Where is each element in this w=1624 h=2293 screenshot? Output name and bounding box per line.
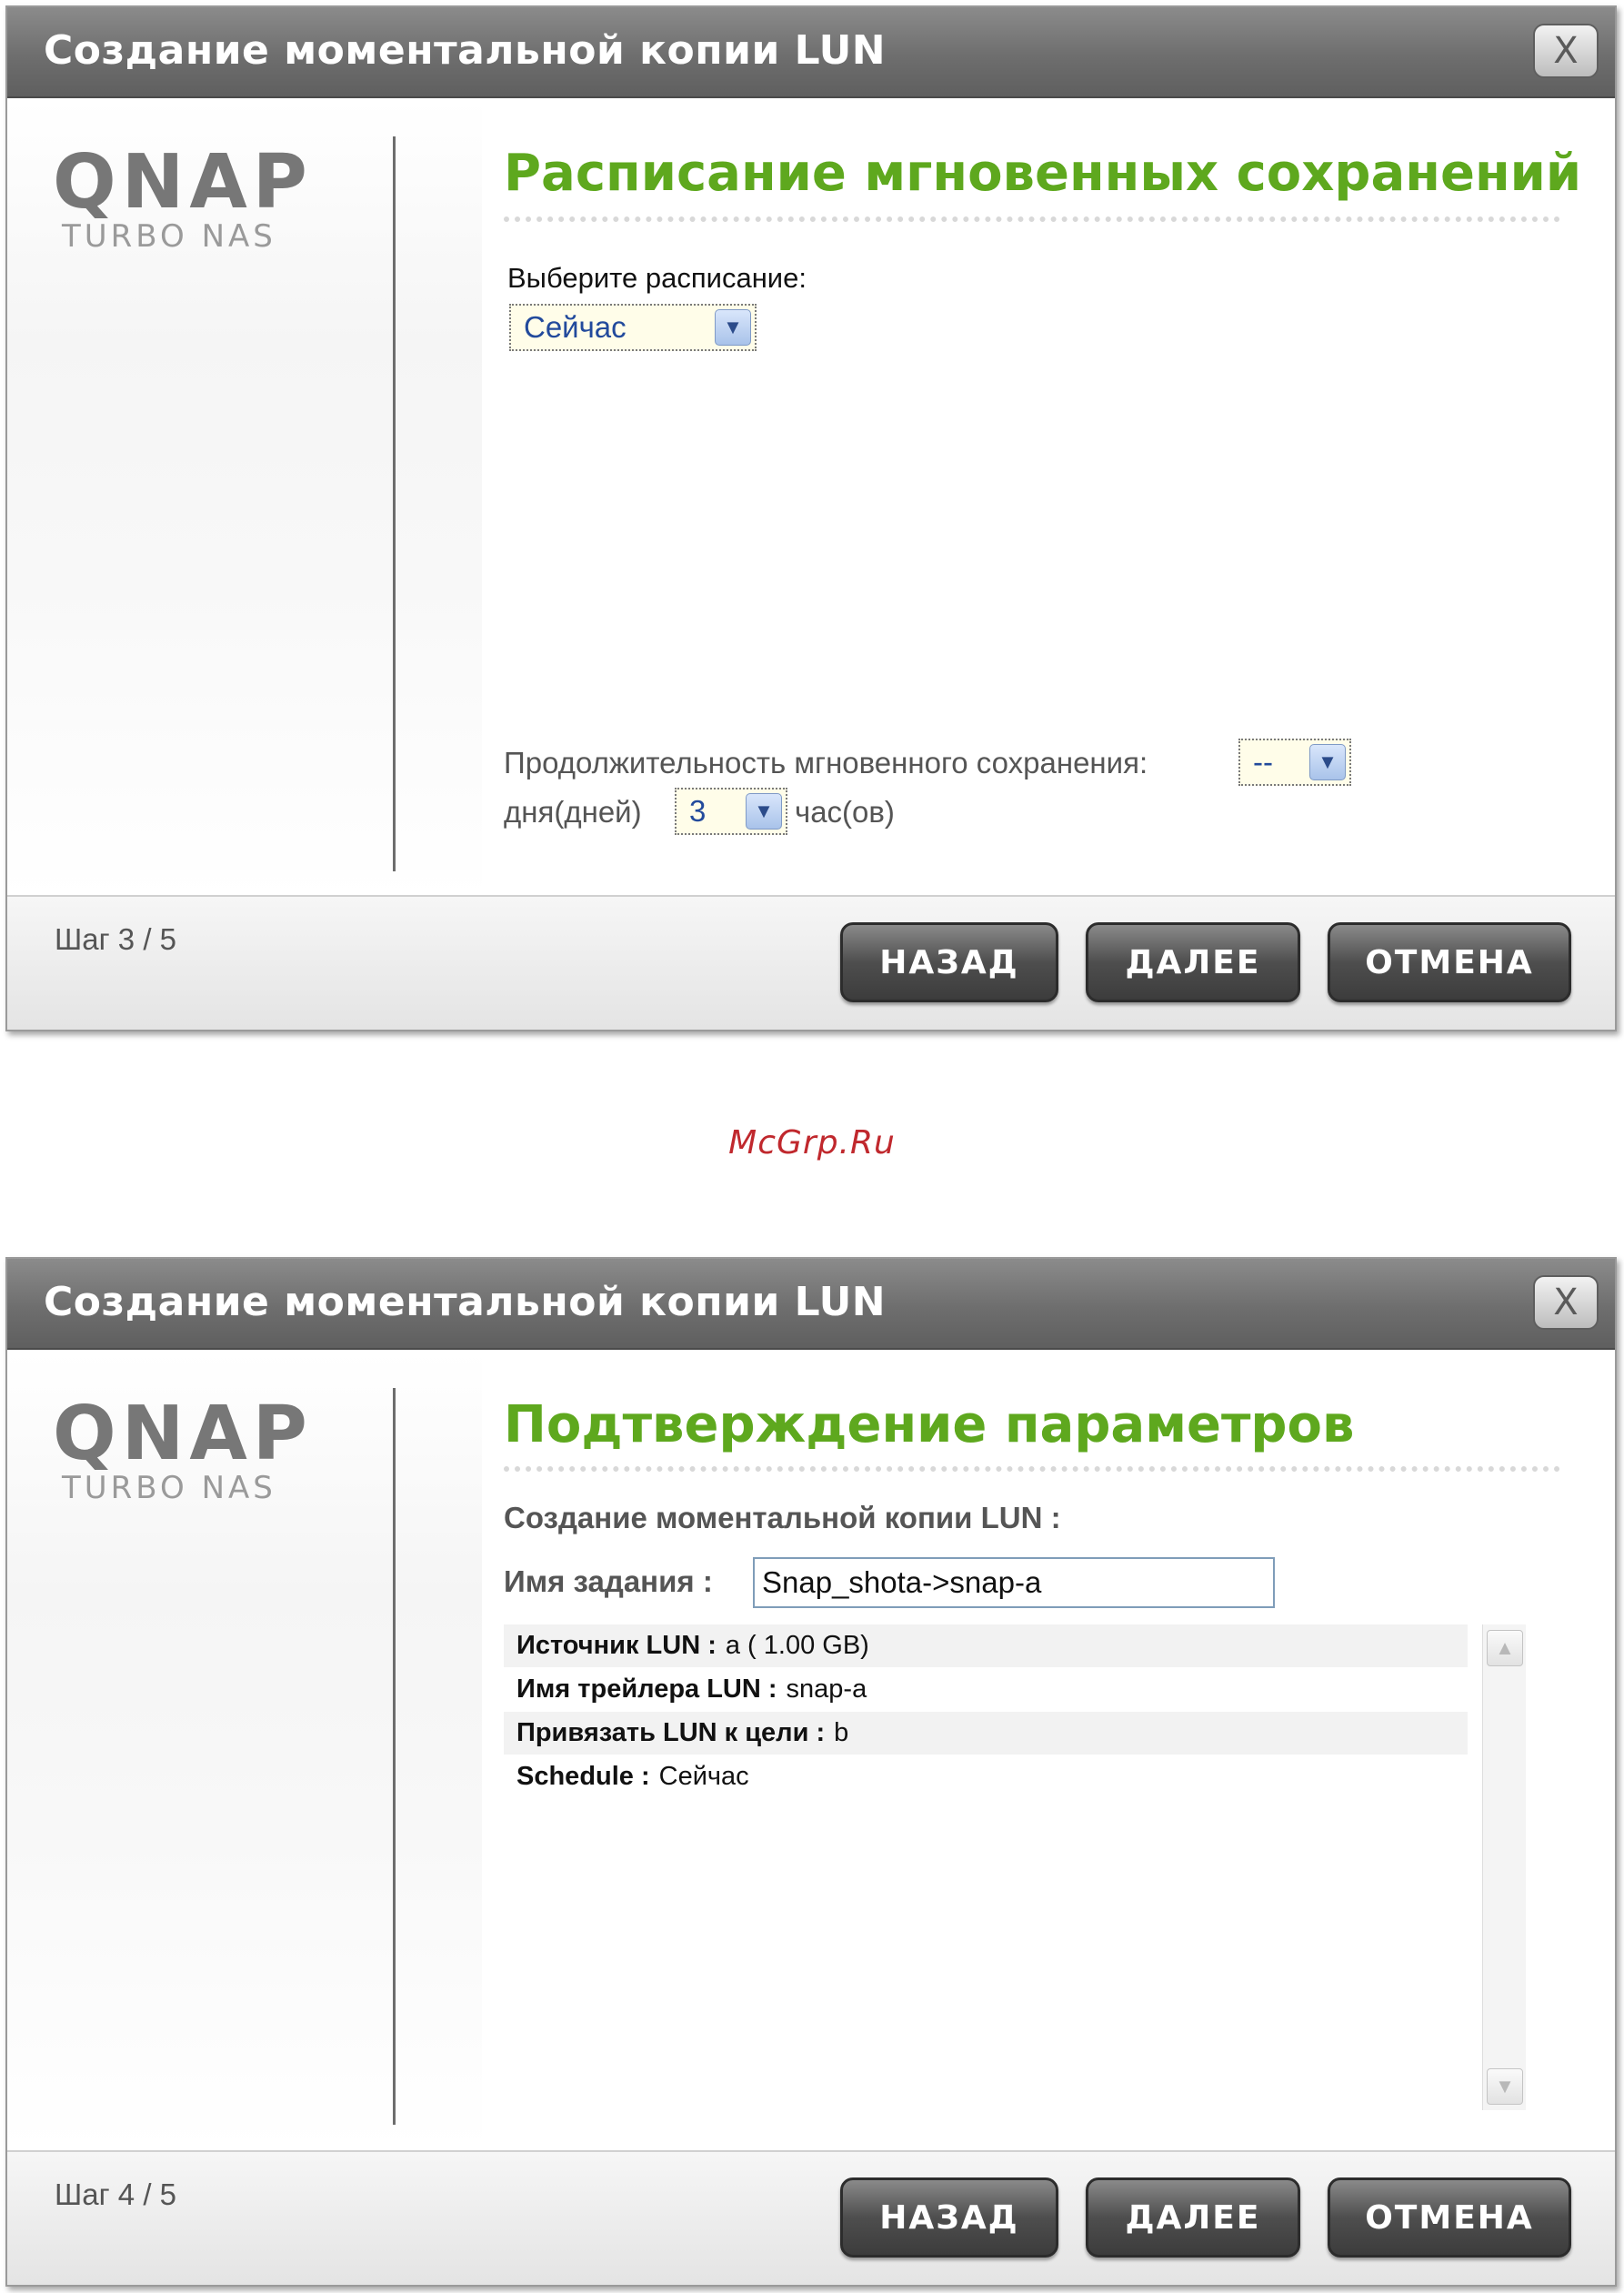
brand-panel: QNAP TURBO NAS <box>7 100 482 900</box>
scroll-down-button[interactable]: ▼ <box>1487 2068 1523 2105</box>
summary-value: Сейчас <box>658 1762 749 1791</box>
back-button[interactable]: НАЗАД <box>840 2177 1058 2258</box>
turbo-nas-logo-text: TURBO NAS <box>62 218 276 255</box>
list-item: Schedule : Сейчас <box>504 1755 1468 1799</box>
back-button[interactable]: НАЗАД <box>840 922 1058 1002</box>
dialog-footer: Шаг 3 / 5 НАЗАД ДАЛЕЕ ОТМЕНА <box>7 895 1615 1030</box>
list-item: Имя трейлера LUN : snap-a <box>504 1668 1468 1712</box>
summary-value: snap-a <box>786 1674 867 1704</box>
summary-key: Привязать LUN к цели : <box>516 1718 826 1747</box>
next-button[interactable]: ДАЛЕЕ <box>1086 922 1300 1002</box>
duration-label: Продолжительность мгновенного сохранения… <box>504 746 1148 779</box>
page-heading: Подтверждение параметров <box>504 1395 1355 1454</box>
list-item: Источник LUN : a ( 1.00 GB) <box>504 1624 1468 1668</box>
chevron-down-icon: ▼ <box>1495 2075 1515 2097</box>
dialog-titlebar: Создание моментальной копии LUN X <box>7 7 1615 98</box>
days-label: дня(дней) <box>504 795 642 829</box>
job-name-value: Snap_shota->snap-a <box>762 1565 1042 1599</box>
schedule-select[interactable]: Сейчас ▼ <box>509 304 757 351</box>
divider <box>393 1388 396 2125</box>
list-item: Привязать LUN к цели : b <box>504 1712 1468 1755</box>
hours-label: час(ов) <box>795 795 895 829</box>
summary-value: b <box>834 1718 849 1747</box>
summary-list: Источник LUN : a ( 1.00 GB) Имя трейлера… <box>504 1624 1482 2107</box>
step-indicator: Шаг 4 / 5 <box>55 2177 177 2211</box>
dialog-titlebar: Создание моментальной копии LUN X <box>7 1259 1615 1350</box>
qnap-logo: QNAP <box>53 139 313 226</box>
hours-select[interactable]: 3 ▼ <box>675 788 787 835</box>
chevron-down-icon: ▼ <box>715 309 751 346</box>
cancel-button[interactable]: ОТМЕНА <box>1328 922 1571 1002</box>
dialog-title: Создание моментальной копии LUN <box>44 1279 887 1325</box>
dialog-title: Создание моментальной копии LUN <box>44 27 887 74</box>
duration-days-value: -- <box>1253 745 1273 779</box>
dialog-footer: Шаг 4 / 5 НАЗАД ДАЛЕЕ ОТМЕНА <box>7 2150 1615 2285</box>
duration-days-select[interactable]: -- ▼ <box>1238 739 1351 786</box>
snapshot-wizard-step3-dialog: Создание моментальной копии LUN X QNAP T… <box>5 5 1617 1031</box>
hours-select-value: 3 <box>689 794 707 828</box>
turbo-nas-logo-text: TURBO NAS <box>62 1470 276 1506</box>
summary-key: Имя трейлера LUN : <box>516 1674 777 1704</box>
divider <box>393 136 396 871</box>
job-name-input[interactable]: Snap_shota->snap-a <box>753 1557 1275 1608</box>
schedule-select-value: Сейчас <box>524 310 627 344</box>
dotted-divider <box>504 1466 1560 1472</box>
snapshot-wizard-step4-dialog: Создание моментальной копии LUN X QNAP T… <box>5 1257 1617 2287</box>
watermark: McGrp.Ru <box>728 1124 896 1162</box>
summary-scrollbar[interactable]: ▲ ▼ <box>1482 1624 1526 2110</box>
section-label: Создание моментальной копии LUN : <box>504 1501 1061 1534</box>
chevron-down-icon: ▼ <box>746 793 782 830</box>
schedule-label: Выберите расписание: <box>507 262 807 294</box>
job-name-label: Имя задания : <box>504 1564 713 1598</box>
page-heading: Расписание мгновенных сохранений <box>504 144 1582 203</box>
qnap-logo: QNAP <box>53 1391 313 1477</box>
close-icon: X <box>1553 1282 1579 1323</box>
close-icon: X <box>1553 30 1579 72</box>
close-button[interactable]: X <box>1533 1275 1599 1330</box>
brand-panel: QNAP TURBO NAS <box>7 1352 482 2152</box>
step-indicator: Шаг 3 / 5 <box>55 922 177 956</box>
chevron-down-icon: ▼ <box>1309 744 1346 780</box>
cancel-button[interactable]: ОТМЕНА <box>1328 2177 1571 2258</box>
close-button[interactable]: X <box>1533 24 1599 78</box>
summary-key: Источник LUN : <box>516 1631 717 1660</box>
next-button[interactable]: ДАЛЕЕ <box>1086 2177 1300 2258</box>
scroll-up-button[interactable]: ▲ <box>1487 1630 1523 1666</box>
dotted-divider <box>504 216 1560 222</box>
summary-key: Schedule : <box>516 1762 650 1791</box>
summary-value: a ( 1.00 GB) <box>725 1631 869 1660</box>
chevron-up-icon: ▲ <box>1495 1636 1515 1659</box>
